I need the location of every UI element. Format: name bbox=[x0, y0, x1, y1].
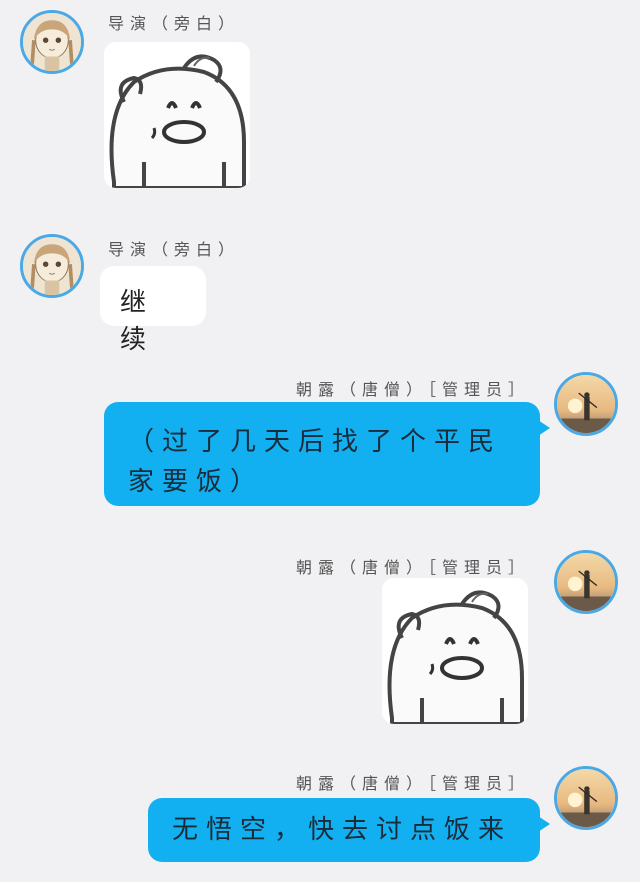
message-bubble[interactable]: 继续 bbox=[100, 266, 206, 355]
sender-name: 朝露（唐僧）［管理员］ bbox=[295, 558, 530, 577]
director-avatar[interactable] bbox=[20, 234, 84, 298]
admin-avatar[interactable] bbox=[554, 766, 618, 830]
admin-avatar[interactable] bbox=[554, 550, 618, 614]
sender-name: 导演（旁白） bbox=[108, 14, 241, 33]
sunset-figure-avatar-icon bbox=[557, 769, 615, 827]
bear-face-sticker[interactable] bbox=[382, 578, 528, 724]
anime-girl-avatar-icon bbox=[23, 237, 81, 295]
bear-face-sticker-icon bbox=[382, 578, 528, 724]
message-bubble[interactable]: 无悟空，快去讨点饭来 bbox=[148, 798, 550, 862]
director-avatar[interactable] bbox=[20, 10, 84, 74]
sunset-figure-avatar-icon bbox=[557, 375, 615, 433]
sender-name: 朝露（唐僧）［管理员］ bbox=[295, 380, 530, 399]
bear-face-sticker[interactable] bbox=[104, 42, 250, 188]
sender-name: 导演（旁白） bbox=[108, 240, 241, 259]
message-bubble[interactable]: （过了几天后找了个平民家要饭） bbox=[104, 402, 550, 506]
anime-girl-avatar-icon bbox=[23, 13, 81, 71]
sender-name: 朝露（唐僧）［管理员］ bbox=[295, 774, 530, 793]
sunset-figure-avatar-icon bbox=[557, 553, 615, 611]
bear-face-sticker-icon bbox=[104, 42, 250, 188]
admin-avatar[interactable] bbox=[554, 372, 618, 436]
chat-screen: 导演（旁白） 导演（旁白） 继续 朝露（唐僧）［管理员］ （过了几天后找了个平民… bbox=[0, 0, 640, 882]
